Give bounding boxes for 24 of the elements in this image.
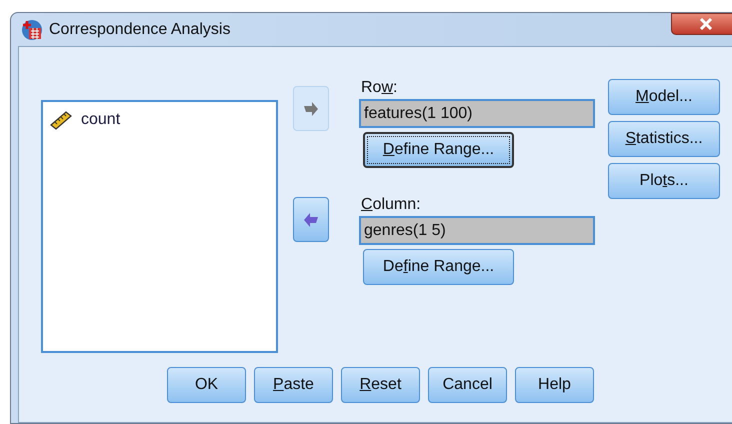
define-range-button[interactable]: Define Range... [363, 249, 514, 285]
dialog-button[interactable]: Paste [254, 367, 333, 403]
variable-item[interactable]: count [49, 108, 276, 132]
dialog-button[interactable]: OK [167, 367, 246, 403]
dialog-button[interactable]: Cancel [428, 367, 507, 403]
variable-field[interactable]: features(1 100) [359, 99, 595, 128]
field-label: Column: [361, 196, 422, 214]
dialog-button[interactable]: Reset [341, 367, 420, 403]
option-button[interactable]: Statistics... [608, 121, 720, 157]
close-button[interactable] [671, 12, 732, 34]
variable-field[interactable]: genres(1 5) [359, 216, 595, 245]
option-button[interactable]: Model... [608, 79, 720, 115]
close-icon [699, 18, 713, 30]
dialog-button[interactable]: Help [515, 367, 594, 403]
option-button[interactable]: Plots... [608, 163, 720, 199]
move-button[interactable] [293, 197, 329, 242]
right-arrow-icon [301, 100, 321, 118]
ruler-icon [49, 110, 73, 130]
table-icon [21, 18, 43, 40]
define-range-button[interactable]: Define Range... [363, 132, 514, 168]
window-title: Correspondence Analysis [49, 20, 230, 40]
field-label: Row: [361, 79, 398, 97]
variable-list[interactable]: count [41, 100, 278, 353]
left-arrow-icon [301, 210, 321, 228]
